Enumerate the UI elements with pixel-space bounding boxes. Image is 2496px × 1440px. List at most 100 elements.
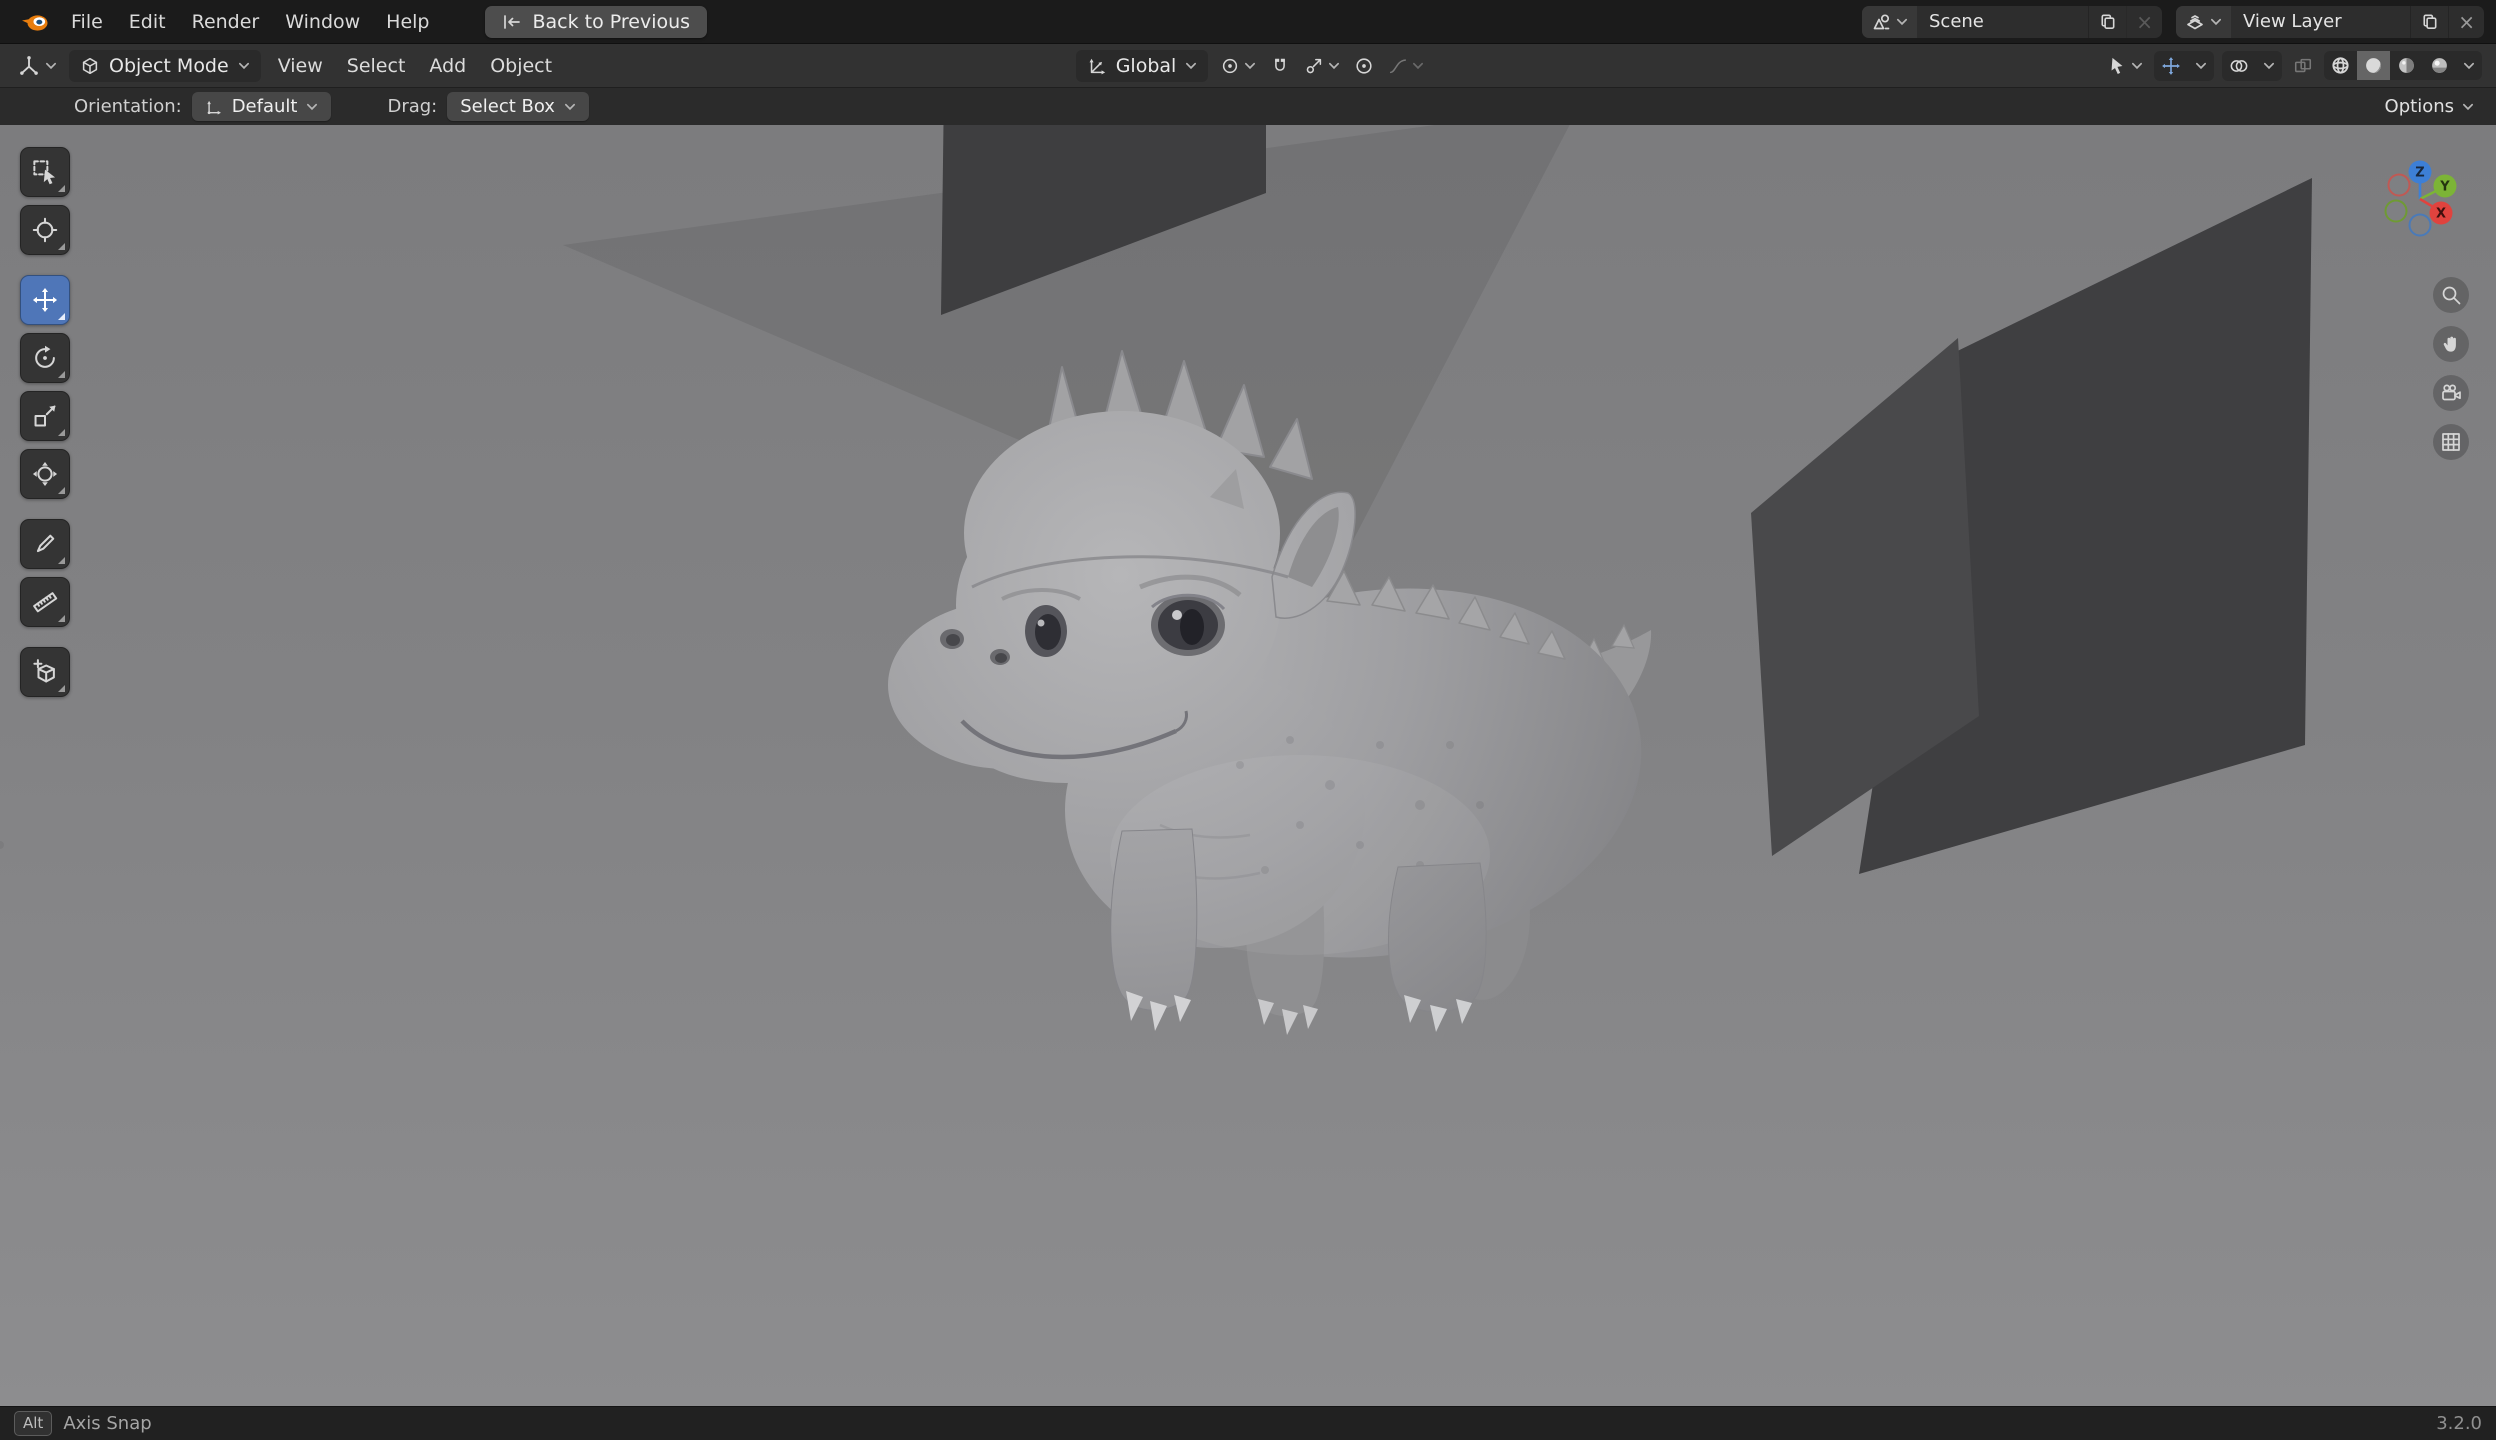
zoom-button[interactable] bbox=[2433, 277, 2469, 313]
duplicate-icon bbox=[2101, 14, 2115, 29]
gizmo-axis-neg-z[interactable] bbox=[2408, 213, 2432, 237]
gizmo-x-label: X bbox=[2436, 207, 2446, 222]
orientation-label: Orientation: bbox=[74, 96, 182, 117]
annotate-pen-icon bbox=[36, 534, 55, 553]
tool-annotate[interactable] bbox=[20, 519, 70, 569]
browse-scene-button[interactable] bbox=[1862, 5, 1917, 38]
tool-rotate[interactable] bbox=[20, 333, 70, 383]
camera-icon bbox=[2442, 384, 2461, 401]
xray-toggle[interactable] bbox=[2286, 51, 2320, 81]
topbar: File Edit Render Window Help Back to Pre… bbox=[0, 0, 2496, 43]
gizmo-axis-neg-y[interactable] bbox=[2384, 199, 2408, 223]
add-menu[interactable]: Add bbox=[417, 48, 478, 84]
new-scene-button[interactable] bbox=[2088, 5, 2126, 38]
tool-select-box[interactable] bbox=[20, 147, 70, 197]
ortho-toggle-button[interactable] bbox=[2433, 424, 2469, 460]
tool-measure[interactable] bbox=[20, 577, 70, 627]
select-menu[interactable]: Select bbox=[335, 48, 418, 84]
chevron-down-icon bbox=[2463, 62, 2475, 69]
window-menu[interactable]: Window bbox=[272, 4, 373, 40]
object-mode-icon bbox=[82, 57, 98, 74]
tool-orientation-value: Default bbox=[231, 96, 298, 117]
material-sphere-icon bbox=[2399, 58, 2414, 73]
proportional-editing-toggle[interactable] bbox=[1347, 51, 1381, 81]
gizmos-toggle[interactable] bbox=[2154, 51, 2188, 81]
options-label: Options bbox=[2384, 96, 2454, 117]
tool-cursor[interactable] bbox=[20, 205, 70, 255]
view-menu[interactable]: View bbox=[266, 48, 335, 84]
chevron-down-icon bbox=[2263, 62, 2275, 69]
measure-ruler-icon bbox=[33, 592, 58, 613]
remove-view-layer-button[interactable]: × bbox=[2448, 5, 2484, 38]
add-cube-icon bbox=[33, 659, 55, 683]
new-view-layer-button[interactable] bbox=[2410, 5, 2448, 38]
shading-material-button[interactable] bbox=[2390, 51, 2423, 80]
shading-solid-button[interactable] bbox=[2357, 51, 2390, 80]
orientation-axes-icon bbox=[206, 100, 221, 115]
blender-app-menu-button[interactable] bbox=[12, 8, 58, 36]
select-box-icon bbox=[33, 160, 56, 185]
pointer-icon bbox=[2111, 57, 2123, 74]
toolbar bbox=[20, 147, 70, 705]
help-menu[interactable]: Help bbox=[373, 4, 442, 40]
transform-orientation-selector[interactable]: Global bbox=[1075, 49, 1209, 82]
close-icon: × bbox=[2136, 9, 2153, 34]
pivot-point-selector[interactable] bbox=[1213, 51, 1263, 81]
render-menu[interactable]: Render bbox=[179, 4, 273, 40]
tool-scale[interactable] bbox=[20, 391, 70, 441]
status-bar: Alt Axis Snap 3.2.0 bbox=[0, 1406, 2496, 1440]
file-menu[interactable]: File bbox=[58, 4, 116, 40]
shading-wireframe-button[interactable] bbox=[2324, 51, 2357, 80]
overlays-toggle[interactable] bbox=[2222, 51, 2256, 81]
shading-rendered-button[interactable] bbox=[2423, 51, 2456, 80]
gizmos-dropdown[interactable] bbox=[2188, 57, 2214, 75]
cursor-3d-icon bbox=[32, 217, 58, 243]
overlays-icon bbox=[2230, 59, 2248, 72]
editor-type-selector[interactable] bbox=[10, 49, 64, 83]
key-hint-action: Axis Snap bbox=[63, 1413, 152, 1434]
chevron-down-icon bbox=[307, 103, 318, 110]
object-menu[interactable]: Object bbox=[478, 48, 564, 84]
snap-toggle[interactable] bbox=[1263, 51, 1297, 81]
pan-button[interactable] bbox=[2433, 326, 2469, 362]
gizmos-control bbox=[2154, 50, 2214, 81]
object-visibility-selector[interactable] bbox=[2100, 51, 2150, 81]
options-button[interactable]: Options bbox=[2377, 92, 2482, 121]
mode-selector[interactable]: Object Mode bbox=[69, 49, 261, 82]
gizmo-axis-neg-x[interactable] bbox=[2387, 173, 2411, 197]
magnifier-icon bbox=[2442, 286, 2461, 305]
tool-add-cube[interactable] bbox=[20, 647, 70, 697]
drag-label: Drag: bbox=[387, 96, 438, 117]
browse-view-layer-button[interactable] bbox=[2176, 5, 2231, 38]
viewport-3d[interactable]: Z Y X bbox=[0, 125, 2496, 1406]
unlink-scene-button[interactable]: × bbox=[2126, 5, 2162, 38]
shading-dropdown[interactable] bbox=[2456, 57, 2482, 75]
scale-icon bbox=[34, 405, 56, 427]
chevron-down-icon bbox=[1329, 62, 1340, 69]
overlays-dropdown[interactable] bbox=[2256, 57, 2282, 75]
back-to-previous-button[interactable]: Back to Previous bbox=[484, 5, 708, 38]
proportional-falloff-selector[interactable] bbox=[1381, 51, 1431, 81]
chevron-down-icon bbox=[2210, 18, 2222, 25]
viewport-header: Object Mode View Select Add Object Globa… bbox=[0, 43, 2496, 87]
scene-selector[interactable]: Scene × bbox=[1862, 5, 2162, 38]
snap-settings-selector[interactable] bbox=[1297, 51, 1347, 81]
blender-logo-icon bbox=[22, 14, 48, 31]
tool-orientation-selector[interactable]: Default bbox=[191, 92, 332, 121]
view-layer-name[interactable]: View Layer bbox=[2231, 11, 2410, 32]
edit-menu[interactable]: Edit bbox=[116, 4, 179, 40]
scene-name[interactable]: Scene bbox=[1917, 11, 2088, 32]
scene-icon bbox=[1873, 13, 1890, 29]
view-layer-selector[interactable]: View Layer × bbox=[2176, 5, 2484, 38]
drag-mode-value: Select Box bbox=[460, 96, 555, 117]
transform-icon bbox=[32, 461, 58, 487]
navigation-gizmo[interactable]: Z Y X bbox=[2364, 143, 2476, 255]
dragon-model[interactable] bbox=[0, 350, 1668, 1035]
drag-mode-selector[interactable]: Select Box bbox=[447, 92, 589, 121]
chevron-down-icon bbox=[1896, 18, 1908, 25]
tool-move[interactable] bbox=[20, 275, 70, 325]
tool-transform[interactable] bbox=[20, 449, 70, 499]
camera-view-button[interactable] bbox=[2433, 375, 2469, 411]
orientation-axes-icon bbox=[1089, 58, 1105, 74]
viewport-canvas[interactable] bbox=[0, 125, 2496, 1406]
